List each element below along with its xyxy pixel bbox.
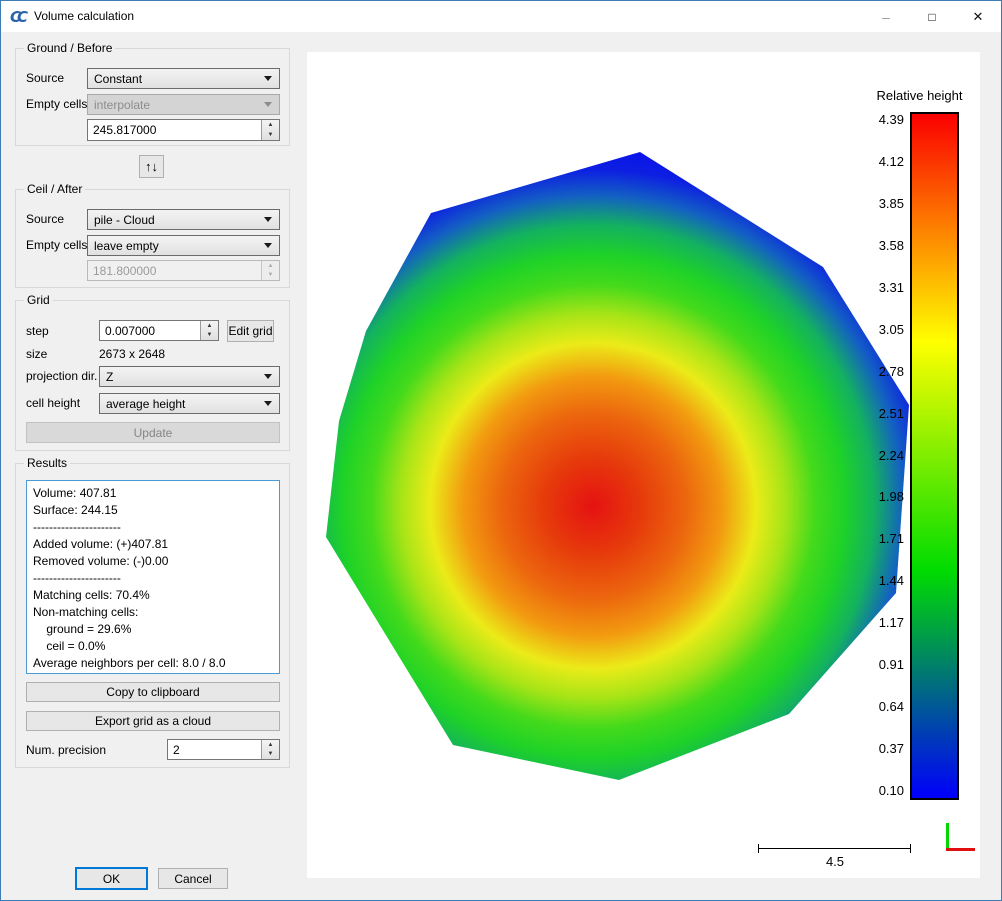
ceil-empty-cells-label: Empty cells — [26, 238, 87, 252]
update-button: Update — [26, 422, 280, 443]
ceil-constant-height-input: 181.800000 ▲▼ — [87, 260, 280, 281]
ceil-source-label: Source — [26, 212, 64, 226]
spinner-buttons[interactable]: ▲▼ — [261, 740, 279, 759]
colorbar-tick-label: 1.44 — [842, 573, 904, 589]
ceil-after-group: Ceil / After Source pile - Cloud Empty c… — [15, 189, 290, 288]
cell-height-label: cell height — [26, 396, 80, 410]
spinner-buttons: ▲▼ — [261, 261, 279, 280]
minimize-button[interactable]: – — [863, 1, 909, 32]
edit-grid-button[interactable]: Edit grid — [227, 320, 274, 342]
chevron-down-icon — [264, 76, 272, 81]
colorbar-tick-label: 2.51 — [842, 406, 904, 422]
colorbar-tick-label: 3.85 — [842, 196, 904, 212]
colorbar-tick-label: 0.37 — [842, 741, 904, 757]
results-group: Results Volume: 407.81 Surface: 244.15 -… — [15, 463, 290, 768]
ground-empty-cells-dropdown: interpolate — [87, 94, 280, 115]
colorbar-tick-label: 1.98 — [842, 489, 904, 505]
scale-bar-right-tick — [910, 844, 911, 853]
cloudcompare-logo-icon: CC — [10, 8, 24, 26]
grid-step-input[interactable]: 0.007000 ▲▼ — [99, 320, 219, 341]
colorbar-tick-label: 1.17 — [842, 615, 904, 631]
spin-down-icon[interactable]: ▼ — [262, 750, 279, 760]
ground-before-group: Ground / Before Source Constant Empty ce… — [15, 48, 290, 146]
colorbar-tick-label: 0.10 — [842, 783, 904, 799]
scale-bar — [758, 848, 911, 849]
ground-before-group-title: Ground / Before — [24, 41, 115, 55]
spin-up-icon[interactable]: ▲ — [262, 120, 279, 130]
export-grid-button[interactable]: Export grid as a cloud — [26, 711, 280, 731]
3d-viewport[interactable]: Relative height 4.394.123.853.583.313.05… — [307, 52, 980, 878]
swap-ground-ceil-button[interactable]: ↑↓ — [139, 155, 164, 178]
maximize-icon: □ — [928, 10, 935, 24]
spinner-buttons[interactable]: ▲▼ — [200, 321, 218, 340]
chevron-down-icon — [264, 217, 272, 222]
spin-down-icon: ▼ — [262, 271, 279, 281]
cell-height-dropdown[interactable]: average height — [99, 393, 280, 414]
colorbar-tick-label: 0.64 — [842, 699, 904, 715]
colorbar-tick-label: 4.39 — [842, 112, 904, 128]
colorbar-tick-label: 3.58 — [842, 238, 904, 254]
num-precision-input[interactable]: 2 ▲▼ — [167, 739, 280, 760]
results-output[interactable]: Volume: 407.81 Surface: 244.15 ---------… — [26, 480, 280, 674]
ceil-after-group-title: Ceil / After — [24, 182, 85, 196]
ground-empty-cells-label: Empty cells — [26, 97, 87, 111]
ceil-source-dropdown[interactable]: pile - Cloud — [87, 209, 280, 230]
grid-group: Grid step 0.007000 ▲▼ Edit grid size 267… — [15, 300, 290, 451]
cancel-button[interactable]: Cancel — [158, 868, 228, 889]
ground-source-label: Source — [26, 71, 64, 85]
colorbar-title: Relative height — [847, 88, 992, 103]
colorbar-tick-label: 1.71 — [842, 531, 904, 547]
colorbar-tick-label: 2.24 — [842, 448, 904, 464]
volume-calculation-dialog: CC Volume calculation – □ ✕ Ground / Bef… — [0, 0, 1002, 901]
ok-button[interactable]: OK — [75, 867, 148, 890]
close-button[interactable]: ✕ — [955, 1, 1001, 32]
ground-source-dropdown[interactable]: Constant — [87, 68, 280, 89]
colorbar-tick-label: 3.31 — [842, 280, 904, 296]
colorbar-tick-label: 4.12 — [842, 154, 904, 170]
size-label: size — [26, 347, 47, 361]
window-controls: – □ ✕ — [863, 1, 1001, 32]
results-group-title: Results — [24, 456, 70, 470]
axis-y-icon — [946, 823, 949, 851]
chevron-down-icon — [264, 102, 272, 107]
chevron-down-icon — [264, 243, 272, 248]
spin-up-icon[interactable]: ▲ — [262, 740, 279, 750]
step-label: step — [26, 324, 49, 338]
colorbar-tick-label: 3.05 — [842, 322, 904, 338]
swap-icon: ↑↓ — [145, 159, 158, 174]
minimize-icon: – — [882, 9, 890, 25]
colorbar — [910, 112, 959, 800]
title-bar[interactable]: CC Volume calculation – □ ✕ — [1, 1, 1001, 32]
maximize-button[interactable]: □ — [909, 1, 955, 32]
projection-dir-label: projection dir. — [26, 369, 97, 383]
axis-x-icon — [946, 848, 975, 851]
window-title: Volume calculation — [34, 9, 134, 23]
ground-constant-height-input[interactable]: 245.817000 ▲▼ — [87, 119, 280, 141]
colorbar-tick-label: 2.78 — [842, 364, 904, 380]
chevron-down-icon — [264, 374, 272, 379]
scale-bar-left-tick — [758, 844, 759, 853]
close-icon: ✕ — [973, 9, 984, 25]
colorbar-tick-label: 0.91 — [842, 657, 904, 673]
chevron-down-icon — [264, 401, 272, 406]
scale-bar-label: 4.5 — [814, 854, 856, 869]
num-precision-label: Num. precision — [26, 743, 106, 757]
spin-down-icon[interactable]: ▼ — [262, 130, 279, 140]
spinner-buttons[interactable]: ▲▼ — [261, 120, 279, 140]
projection-dir-dropdown[interactable]: Z — [99, 366, 280, 387]
copy-to-clipboard-button[interactable]: Copy to clipboard — [26, 682, 280, 702]
grid-group-title: Grid — [24, 293, 53, 307]
spin-up-icon: ▲ — [262, 261, 279, 271]
ceil-empty-cells-dropdown[interactable]: leave empty — [87, 235, 280, 256]
grid-size-value: 2673 x 2648 — [99, 347, 165, 361]
spin-up-icon[interactable]: ▲ — [201, 321, 218, 331]
spin-down-icon[interactable]: ▼ — [201, 331, 218, 341]
